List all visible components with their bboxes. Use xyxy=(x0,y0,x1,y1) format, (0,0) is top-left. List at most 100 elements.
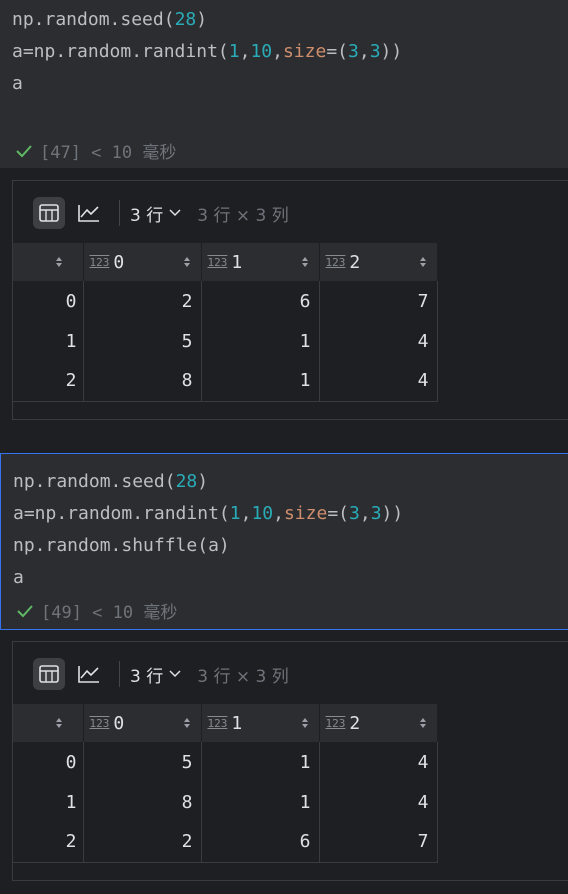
output-toolbar: 3 行 3 行 × 3 列 xyxy=(33,195,289,231)
code-token: =( xyxy=(327,503,350,524)
code-editor-2[interactable]: np.random.seed(28) a=np.random.randint(1,… xyxy=(13,466,403,594)
code-line[interactable]: a=np.random.randint(1,10,size=(3,3)) xyxy=(13,498,403,530)
table-cell: 2 xyxy=(83,822,202,863)
table-cell: 7 xyxy=(319,281,438,321)
code-token: ) xyxy=(197,471,209,492)
column-name: 0 xyxy=(113,251,125,273)
dataframe-output-2: 3 行 3 行 × 3 列 123 0 123 1 123 2 0 5 1 4 1 8 1 4 2 2 6 7 xyxy=(12,641,568,881)
table-row: 0267 xyxy=(13,281,438,321)
column-name: 2 xyxy=(349,251,361,273)
table-cell: 5 xyxy=(83,742,202,782)
table-cell: 1 xyxy=(201,361,320,402)
column-header[interactable]: 123 1 xyxy=(201,243,320,281)
dataframe-output-1: 3 行 3 行 × 3 列 123 0 123 1 123 2 0 2 6 7 1 5 1 4 2 8 1 4 xyxy=(12,180,568,420)
table-cell: 4 xyxy=(319,782,438,822)
chart-icon xyxy=(78,205,99,222)
code-token: =( xyxy=(326,41,349,62)
execution-status-2: [49] < 10 毫秒 xyxy=(15,598,177,623)
shape-label: 3 行 × 3 列 xyxy=(197,666,289,687)
dataframe-table: 123 0 123 1 123 2 0 5 1 4 1 8 1 4 2 2 6 7 xyxy=(13,704,438,863)
code-line[interactable]: np.random.shuffle(a) xyxy=(13,530,403,562)
table-row: 2814 xyxy=(13,361,438,402)
sort-icon[interactable] xyxy=(419,713,427,734)
code-line[interactable]: a=np.random.randint(1,10,size=(3,3)) xyxy=(12,36,402,68)
sort-icon[interactable] xyxy=(419,252,427,273)
row-index: 1 xyxy=(13,321,84,361)
column-header[interactable]: 123 0 xyxy=(83,704,202,742)
sort-icon[interactable] xyxy=(183,252,191,273)
table-cell: 4 xyxy=(319,321,438,361)
table-view-button[interactable] xyxy=(33,197,65,229)
code-line[interactable]: np.random.seed(28) xyxy=(12,4,402,36)
code-token: a=np.random.randint( xyxy=(13,503,230,524)
code-line[interactable]: np.random.seed(28) xyxy=(13,466,403,498)
code-line[interactable]: a xyxy=(12,68,402,100)
code-token: , xyxy=(273,503,284,524)
chevron-down-icon xyxy=(169,670,181,678)
code-token: 3 xyxy=(349,503,360,524)
code-line[interactable]: a xyxy=(13,562,403,594)
table-cell: 8 xyxy=(83,782,202,822)
chart-view-button[interactable] xyxy=(73,658,105,690)
rows-dropdown[interactable]: 3 行 xyxy=(130,662,181,687)
code-token: a=np.random.randint( xyxy=(12,41,229,62)
code-token: np.random.shuffle(a) xyxy=(13,535,230,556)
table-cell: 1 xyxy=(201,321,320,361)
chart-icon xyxy=(78,666,99,683)
index-header[interactable] xyxy=(13,704,84,742)
code-token: np.random.seed( xyxy=(13,471,176,492)
numeric-type-icon: 123 xyxy=(207,255,228,269)
index-header[interactable] xyxy=(13,243,84,281)
sort-icon[interactable] xyxy=(183,713,191,734)
row-index: 0 xyxy=(13,281,84,321)
code-token: 3 xyxy=(348,41,359,62)
column-header[interactable]: 123 1 xyxy=(201,704,320,742)
column-name: 2 xyxy=(349,712,361,734)
chart-view-button[interactable] xyxy=(73,197,105,229)
table-icon xyxy=(39,204,59,222)
table-cell: 8 xyxy=(83,361,202,402)
table-cell: 7 xyxy=(319,822,438,863)
check-icon xyxy=(16,144,32,157)
column-header[interactable]: 123 2 xyxy=(319,704,438,742)
code-token: , xyxy=(358,41,370,62)
code-token: 10 xyxy=(250,41,273,62)
sort-icon[interactable] xyxy=(301,252,309,273)
rows-label: 3 行 xyxy=(130,205,164,226)
execution-status-1: [47] < 10 毫秒 xyxy=(14,138,176,163)
table-view-button[interactable] xyxy=(33,658,65,690)
column-header[interactable]: 123 2 xyxy=(319,243,438,281)
code-token: 10 xyxy=(251,503,274,524)
code-token: , xyxy=(359,503,371,524)
row-index: 1 xyxy=(13,782,84,822)
numeric-type-icon: 123 xyxy=(89,255,110,269)
column-name: 1 xyxy=(231,251,243,273)
check-icon xyxy=(17,604,33,617)
code-token: a xyxy=(13,567,24,588)
column-header[interactable]: 123 0 xyxy=(83,243,202,281)
row-index: 0 xyxy=(13,742,84,782)
code-token: 3 xyxy=(370,503,382,524)
rows-label: 3 行 xyxy=(130,666,164,687)
code-token: 1 xyxy=(228,41,240,62)
code-token: , xyxy=(272,41,283,62)
sort-icon[interactable] xyxy=(301,713,309,734)
code-token: , xyxy=(240,503,252,524)
code-cell-2[interactable]: np.random.seed(28) a=np.random.randint(1,… xyxy=(0,453,568,630)
column-name: 0 xyxy=(113,712,125,734)
sort-icon[interactable] xyxy=(55,252,63,273)
row-index: 2 xyxy=(13,822,84,863)
table-cell: 1 xyxy=(201,742,320,782)
code-cell-1[interactable]: np.random.seed(28) a=np.random.randint(1,… xyxy=(0,0,568,168)
code-token: a xyxy=(12,73,23,94)
code-token: )) xyxy=(380,41,403,62)
numeric-type-icon: 123 xyxy=(207,716,228,730)
shape-label: 3 行 × 3 列 xyxy=(197,205,289,226)
execution-info: [47] < 10 毫秒 xyxy=(40,143,177,163)
rows-dropdown[interactable]: 3 行 xyxy=(130,201,181,226)
table-cell: 4 xyxy=(319,361,438,402)
table-cell: 6 xyxy=(201,822,320,863)
sort-icon[interactable] xyxy=(55,713,63,734)
code-token: 1 xyxy=(229,503,241,524)
code-editor-1[interactable]: np.random.seed(28) a=np.random.randint(1,… xyxy=(12,4,402,100)
